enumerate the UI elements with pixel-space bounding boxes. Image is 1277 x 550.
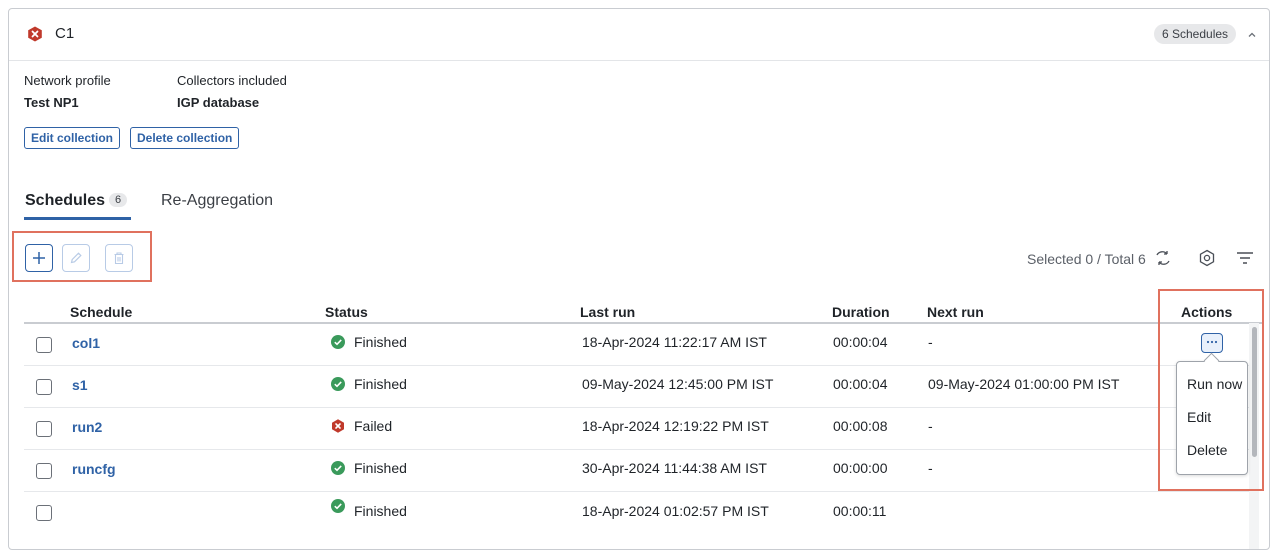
tab-re-aggregation[interactable]: Re-Aggregation <box>161 192 273 210</box>
schedule-link[interactable]: runcfg <box>72 461 116 477</box>
pencil-icon <box>70 252 82 264</box>
refresh-icon[interactable] <box>1154 250 1172 266</box>
failed-status-icon <box>332 419 344 433</box>
duration-cell: 00:00:04 <box>833 334 888 350</box>
column-header-schedule[interactable]: Schedule <box>70 304 132 320</box>
trash-icon <box>114 252 124 265</box>
table-header-divider <box>24 322 1263 324</box>
row-checkbox[interactable] <box>36 421 52 437</box>
status-text: Failed <box>354 418 393 434</box>
duration-cell: 00:00:04 <box>833 376 888 392</box>
card-header[interactable]: C1 6 Schedules <box>9 9 1269 61</box>
network-profile-value: Test NP1 <box>24 95 79 110</box>
gear-icon[interactable] <box>1198 249 1216 267</box>
next-run-cell: - <box>928 418 933 434</box>
column-header-next-run[interactable]: Next run <box>927 304 984 320</box>
check-circle-icon <box>331 461 345 475</box>
status-text: Finished <box>354 376 407 392</box>
row-checkbox[interactable] <box>36 379 52 395</box>
status-text: Finished <box>354 460 407 476</box>
card-title: C1 <box>55 25 75 42</box>
error-status-icon <box>28 26 42 42</box>
column-header-status[interactable]: Status <box>325 304 368 320</box>
row-divider <box>24 365 1249 366</box>
schedule-count-badge: 6 Schedules <box>1154 24 1237 44</box>
menu-item-run-now[interactable]: Run now <box>1187 376 1242 392</box>
schedule-link[interactable]: run2 <box>72 419 102 435</box>
row-divider <box>24 491 1249 492</box>
plus-icon <box>33 252 45 264</box>
tab-schedules-label: Schedules <box>25 192 106 209</box>
status-text: Finished <box>354 334 407 350</box>
duration-cell: 00:00:08 <box>833 418 888 434</box>
last-run-cell: 18-Apr-2024 01:02:57 PM IST <box>582 503 769 519</box>
add-schedule-button[interactable] <box>25 244 53 272</box>
selection-summary: Selected 0 / Total 6 <box>1027 251 1146 267</box>
row-divider <box>24 407 1249 408</box>
next-run-cell: - <box>928 334 933 350</box>
column-header-duration[interactable]: Duration <box>832 304 890 320</box>
column-header-last-run[interactable]: Last run <box>580 304 635 320</box>
duration-cell: 00:00:00 <box>833 460 888 476</box>
tab-schedules-count: 6 <box>109 193 128 207</box>
last-run-cell: 30-Apr-2024 11:44:38 AM IST <box>582 460 767 476</box>
collectors-label: Collectors included <box>177 73 287 88</box>
check-circle-icon <box>331 335 345 349</box>
active-tab-indicator <box>24 217 131 220</box>
status-text: Finished <box>354 503 407 519</box>
check-circle-icon <box>331 499 345 513</box>
edit-schedule-button[interactable] <box>62 244 90 272</box>
row-checkbox[interactable] <box>36 463 52 479</box>
last-run-cell: 09-May-2024 12:45:00 PM IST <box>582 376 774 392</box>
row-checkbox[interactable] <box>36 337 52 353</box>
more-horizontal-icon <box>1206 340 1218 344</box>
collection-card: C1 6 Schedules Network profile Test NP1 … <box>8 8 1270 550</box>
edit-collection-button[interactable]: Edit collection <box>24 127 121 149</box>
tab-re-aggregation-label: Re-Aggregation <box>161 192 274 209</box>
filter-icon[interactable] <box>1236 251 1254 265</box>
delete-collection-button[interactable]: Delete collection <box>130 127 240 149</box>
row-checkbox[interactable] <box>36 505 52 521</box>
next-run-cell: 09-May-2024 01:00:00 PM IST <box>928 376 1120 392</box>
schedule-link[interactable]: s1 <box>72 377 88 393</box>
row-divider <box>24 449 1249 450</box>
next-run-cell: - <box>928 460 933 476</box>
tab-schedules[interactable]: Schedules 6 <box>25 192 128 210</box>
collectors-value: IGP database <box>177 95 260 110</box>
last-run-cell: 18-Apr-2024 12:19:22 PM IST <box>582 418 769 434</box>
last-run-cell: 18-Apr-2024 11:22:17 AM IST <box>582 334 767 350</box>
row-actions-button[interactable] <box>1201 333 1223 353</box>
menu-item-edit[interactable]: Edit <box>1187 409 1211 425</box>
row-actions-menu: Run now Edit Delete <box>1176 361 1248 475</box>
menu-item-delete[interactable]: Delete <box>1187 442 1227 458</box>
check-circle-icon <box>331 377 345 391</box>
duration-cell: 00:00:11 <box>833 503 887 519</box>
schedule-link[interactable]: col1 <box>72 335 100 351</box>
network-profile-label: Network profile <box>24 73 111 88</box>
chevron-up-icon[interactable] <box>1247 30 1257 40</box>
delete-schedule-button[interactable] <box>105 244 133 272</box>
